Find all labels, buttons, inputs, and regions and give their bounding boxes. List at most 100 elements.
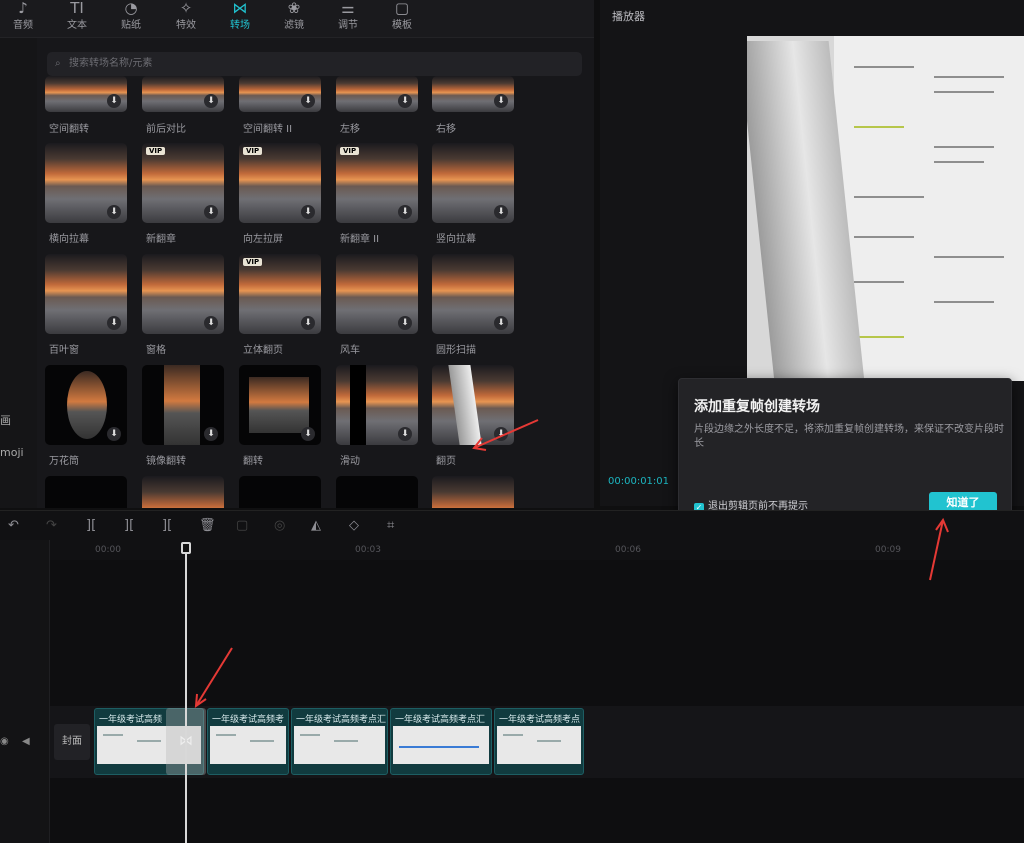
transition-tile[interactable] <box>336 476 418 508</box>
transition-name: 万花筒 <box>49 456 79 467</box>
delete-icon[interactable]: 🗑 <box>199 518 216 533</box>
download-icon[interactable]: ⬇ <box>494 316 508 330</box>
download-icon[interactable]: ⬇ <box>494 427 508 441</box>
split-icon[interactable]: ][ <box>86 518 96 533</box>
search-placeholder: 搜索转场名称/元素 <box>69 58 153 69</box>
eye-icon[interactable]: ◉ <box>0 736 9 747</box>
playhead-handle[interactable] <box>181 542 191 554</box>
transition-name: 前后对比 <box>146 124 186 135</box>
tool-transition-label: 转场 <box>230 20 250 31</box>
time-ruler[interactable]: 00:00 00:03 00:06 00:09 <box>50 540 1024 560</box>
download-icon[interactable]: ⬇ <box>204 427 218 441</box>
transition-name: 立体翻页 <box>243 345 283 356</box>
download-icon[interactable]: ⬇ <box>494 205 508 219</box>
transition-tile[interactable]: VIP ⬇ <box>336 143 418 223</box>
tool-template[interactable]: ▢ 模板 <box>380 0 424 36</box>
download-icon[interactable]: ⬇ <box>398 205 412 219</box>
split-left-icon[interactable]: ][ <box>124 518 134 533</box>
transition-tile[interactable] <box>45 476 127 508</box>
transition-tile[interactable]: ⬇ <box>432 365 514 445</box>
download-icon[interactable]: ⬇ <box>398 316 412 330</box>
download-icon[interactable]: ⬇ <box>301 316 315 330</box>
timeline-toolbar: ↶ ↷ ][ ][ ][ 🗑 ▢ ◎ ◭ ◇ ⌗ <box>0 510 1024 540</box>
freeze-icon[interactable]: ▢ <box>236 518 248 533</box>
tool-audio[interactable]: ♪ 音频 <box>1 0 45 36</box>
download-icon[interactable]: ⬇ <box>204 94 218 108</box>
transition-library: ⌕ 搜索转场名称/元素 ⬇ ⬇ ⬇ ⬇ ⬇ 空间翻转 前后对比 空间翻转 II … <box>37 38 594 508</box>
transition-name: 翻转 <box>243 456 263 467</box>
playhead[interactable] <box>185 544 187 843</box>
transition-tile[interactable]: ⬇ <box>142 365 224 445</box>
video-preview[interactable] <box>747 36 1024 381</box>
transition-tile[interactable]: VIP ⬇ <box>239 143 321 223</box>
timeline-clip[interactable]: 一年级考试高频考点汇 <box>390 708 492 775</box>
download-icon[interactable]: ⬇ <box>107 94 121 108</box>
transition-tile[interactable]: ⬇ <box>432 76 514 112</box>
transition-tile[interactable]: ⬇ <box>142 76 224 112</box>
download-icon[interactable]: ⬇ <box>398 94 412 108</box>
transition-name: 百叶窗 <box>49 345 79 356</box>
player-title: 播放器 <box>612 10 645 23</box>
transition-tile[interactable]: ⬇ <box>45 365 127 445</box>
timeline-clip[interactable]: 一年级考试高频考点 <box>494 708 584 775</box>
vip-badge: VIP <box>243 258 263 266</box>
transition-name: 翻页 <box>436 456 456 467</box>
tool-adjust[interactable]: ⚌ 调节 <box>326 0 370 36</box>
transition-name: 竖向拉幕 <box>436 234 476 245</box>
timeline-clip[interactable]: 一年级考试高频考 <box>207 708 289 775</box>
transition-tile[interactable]: ⬇ <box>336 254 418 334</box>
crop-icon[interactable]: ⌗ <box>387 518 394 533</box>
transition-tile[interactable]: ⬇ <box>336 76 418 112</box>
timeline-track-header: ◉ ◀ <box>0 540 50 843</box>
top-toolbar: ♪ 音频 TI 文本 ◔ 贴纸 ✧ 特效 ⋈ 转场 ❀ 滤镜 ⚌ 调节 ▢ 模板 <box>0 0 594 38</box>
repeat-frame-dialog: 添加重复帧创建转场 片段边缘之外长度不足，将添加重复帧创建转场，来保证不改变片段… <box>678 378 1012 525</box>
transition-tile[interactable]: ⬇ <box>239 76 321 112</box>
tool-filter[interactable]: ❀ 滤镜 <box>272 0 316 36</box>
transition-tile[interactable]: ⬇ <box>45 76 127 112</box>
mute-icon[interactable]: ◀ <box>22 736 30 747</box>
transition-tile[interactable]: ⬇ <box>142 254 224 334</box>
transition-tile[interactable]: ⬇ <box>45 254 127 334</box>
cover-button[interactable]: 封面 <box>54 724 90 760</box>
transition-tile[interactable] <box>142 476 224 508</box>
tool-sticker[interactable]: ◔ 贴纸 <box>109 0 153 36</box>
transition-tile[interactable] <box>432 476 514 508</box>
tool-transition[interactable]: ⋈ 转场 <box>218 0 262 36</box>
mirror-icon[interactable]: ◭ <box>311 518 321 533</box>
transition-tile[interactable]: ⬇ <box>45 143 127 223</box>
transition-tile[interactable]: ⬇ <box>432 254 514 334</box>
tool-template-label: 模板 <box>392 20 412 31</box>
clip-thumbnail <box>497 726 581 764</box>
download-icon[interactable]: ⬇ <box>204 205 218 219</box>
undo-icon[interactable]: ↶ <box>8 518 19 533</box>
rotate-icon[interactable]: ◇ <box>349 518 359 533</box>
timeline-clip[interactable]: 一年级考试高频考点汇 <box>291 708 388 775</box>
download-icon[interactable]: ⬇ <box>301 427 315 441</box>
search-input[interactable]: ⌕ 搜索转场名称/元素 <box>47 52 582 76</box>
clip-thumbnail <box>210 726 286 764</box>
download-icon[interactable]: ⬇ <box>494 94 508 108</box>
transition-tile[interactable]: VIP ⬇ <box>239 254 321 334</box>
transition-tile[interactable]: ⬇ <box>239 365 321 445</box>
download-icon[interactable]: ⬇ <box>398 427 412 441</box>
transition-tile[interactable]: ⬇ <box>432 143 514 223</box>
tool-text[interactable]: TI 文本 <box>55 0 99 36</box>
download-icon[interactable]: ⬇ <box>301 94 315 108</box>
transition-tile[interactable]: VIP ⬇ <box>142 143 224 223</box>
download-icon[interactable]: ⬇ <box>204 316 218 330</box>
transition-name: 空间翻转 <box>49 124 89 135</box>
transition-tile[interactable] <box>239 476 321 508</box>
split-right-icon[interactable]: ][ <box>162 518 172 533</box>
download-icon[interactable]: ⬇ <box>107 316 121 330</box>
download-icon[interactable]: ⬇ <box>107 427 121 441</box>
search-icon: ⌕ <box>55 58 61 69</box>
tool-effects[interactable]: ✧ 特效 <box>164 0 208 36</box>
reverse-icon[interactable]: ◎ <box>274 518 285 533</box>
download-icon[interactable]: ⬇ <box>107 205 121 219</box>
transition-tile[interactable]: ⬇ <box>336 365 418 445</box>
redo-icon[interactable]: ↷ <box>46 518 57 533</box>
left-strip-label-1: 画 <box>0 414 11 427</box>
clip-thumbnail <box>294 726 385 764</box>
download-icon[interactable]: ⬇ <box>301 205 315 219</box>
audio-icon: ♪ <box>18 0 28 17</box>
